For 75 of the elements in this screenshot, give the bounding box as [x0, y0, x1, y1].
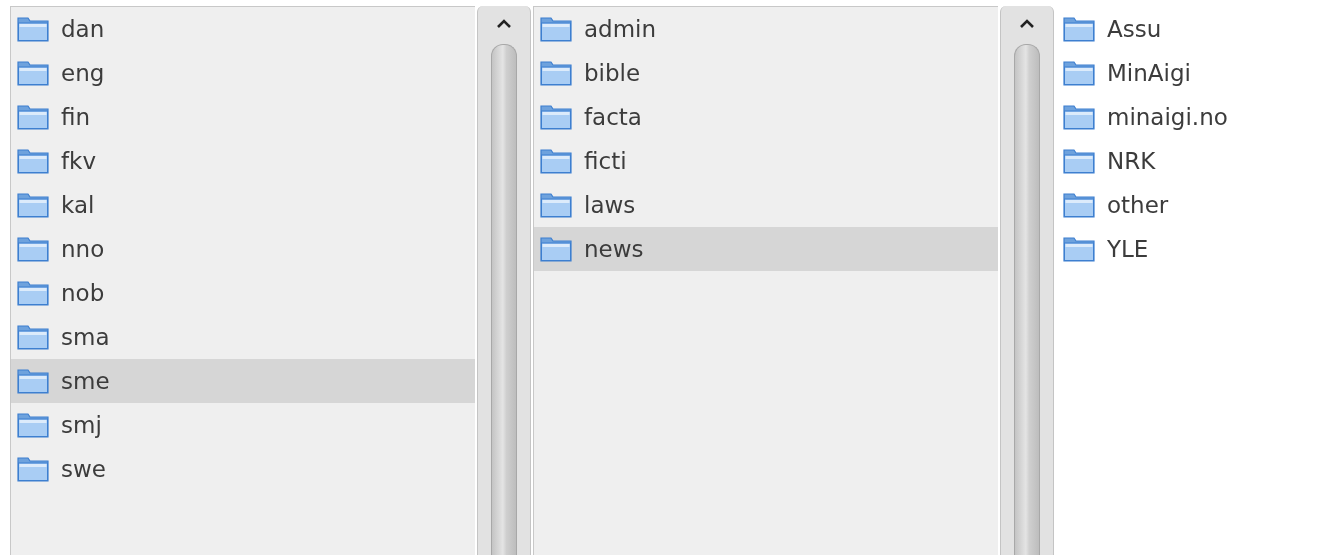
- folder-row[interactable]: sma: [11, 315, 475, 359]
- folder-row[interactable]: dan: [11, 7, 475, 51]
- folder-name: minaigi.no: [1107, 104, 1228, 130]
- folder-row[interactable]: MinAigi: [1057, 51, 1331, 95]
- folder-name: nno: [61, 236, 105, 262]
- folder-row[interactable]: news: [534, 227, 998, 271]
- folder-row[interactable]: ficti: [534, 139, 998, 183]
- folder-name: other: [1107, 192, 1169, 218]
- folder-row[interactable]: admin: [534, 7, 998, 51]
- folder-name: NRK: [1107, 148, 1156, 174]
- folder-icon: [540, 192, 572, 218]
- chevron-up-icon: [496, 19, 512, 29]
- folder-row[interactable]: fkv: [11, 139, 475, 183]
- folder-icon: [17, 324, 49, 350]
- folder-icon: [1063, 60, 1095, 86]
- folder-name: news: [584, 236, 644, 262]
- folder-row[interactable]: NRK: [1057, 139, 1331, 183]
- folder-name: dan: [61, 16, 105, 42]
- folder-name: laws: [584, 192, 636, 218]
- folder-row[interactable]: fin: [11, 95, 475, 139]
- folder-icon: [17, 104, 49, 130]
- folder-row[interactable]: YLE: [1057, 227, 1331, 271]
- folder-icon: [1063, 192, 1095, 218]
- folder-name: swe: [61, 456, 106, 482]
- folder-row[interactable]: nno: [11, 227, 475, 271]
- folder-icon: [540, 60, 572, 86]
- folder-row[interactable]: smj: [11, 403, 475, 447]
- folder-icon: [17, 412, 49, 438]
- folder-name: sma: [61, 324, 110, 350]
- folder-row[interactable]: bible: [534, 51, 998, 95]
- scroll-thumb[interactable]: [1014, 44, 1040, 555]
- folder-icon: [17, 280, 49, 306]
- folder-name: YLE: [1107, 236, 1149, 262]
- folder-icon: [17, 456, 49, 482]
- folder-icon: [17, 192, 49, 218]
- folder-row[interactable]: kal: [11, 183, 475, 227]
- folder-row[interactable]: nob: [11, 271, 475, 315]
- folder-icon: [540, 236, 572, 262]
- folder-row[interactable]: swe: [11, 447, 475, 491]
- folder-icon: [1063, 148, 1095, 174]
- folder-row[interactable]: Assu: [1057, 7, 1331, 51]
- folder-icon: [1063, 236, 1095, 262]
- folder-row[interactable]: minaigi.no: [1057, 95, 1331, 139]
- folder-name: ficti: [584, 148, 627, 174]
- folder-icon: [17, 368, 49, 394]
- folder-icon: [540, 148, 572, 174]
- folder-row[interactable]: eng: [11, 51, 475, 95]
- scrollbar[interactable]: [477, 6, 531, 555]
- folder-name: sme: [61, 368, 110, 394]
- folder-icon: [1063, 104, 1095, 130]
- folder-icon: [17, 148, 49, 174]
- folder-name: nob: [61, 280, 105, 306]
- folder-icon: [17, 236, 49, 262]
- folder-name: fin: [61, 104, 91, 130]
- folder-icon: [17, 16, 49, 42]
- folder-name: MinAigi: [1107, 60, 1191, 86]
- folder-icon: [1063, 16, 1095, 42]
- folder-icon: [540, 16, 572, 42]
- folder-row[interactable]: sme: [11, 359, 475, 403]
- folder-name: Assu: [1107, 16, 1162, 42]
- scroll-thumb[interactable]: [491, 44, 517, 555]
- folder-name: bible: [584, 60, 641, 86]
- folder-name: fkv: [61, 148, 97, 174]
- folder-name: facta: [584, 104, 642, 130]
- folder-name: smj: [61, 412, 102, 438]
- folder-icon: [17, 60, 49, 86]
- folder-icon: [540, 104, 572, 130]
- chevron-up-icon: [1019, 19, 1035, 29]
- folder-row[interactable]: other: [1057, 183, 1331, 227]
- folder-name: admin: [584, 16, 657, 42]
- folder-row[interactable]: facta: [534, 95, 998, 139]
- folder-name: eng: [61, 60, 105, 86]
- folder-row[interactable]: laws: [534, 183, 998, 227]
- folder-name: kal: [61, 192, 95, 218]
- scrollbar[interactable]: [1000, 6, 1054, 555]
